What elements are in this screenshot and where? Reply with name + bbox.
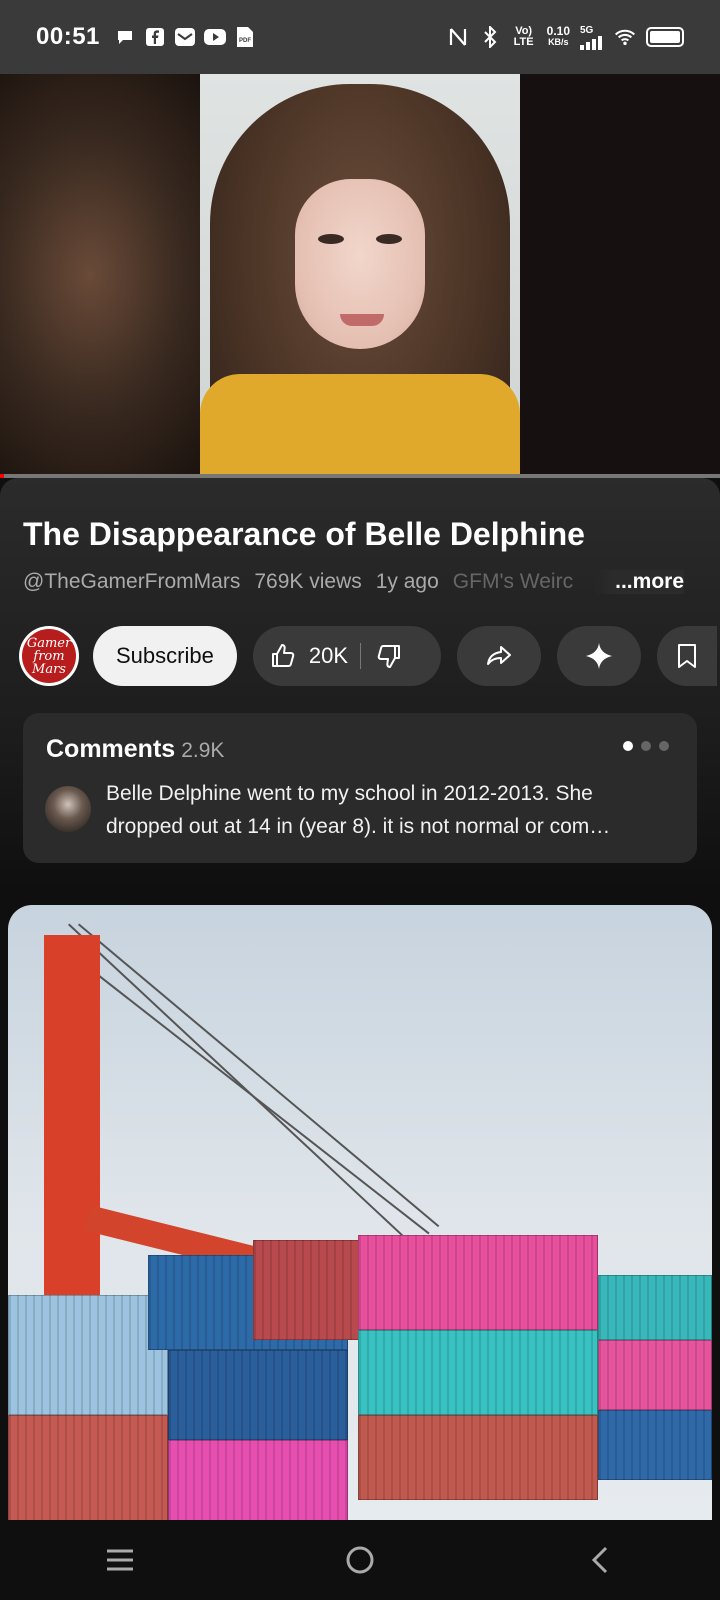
bluetooth-icon	[479, 26, 501, 48]
pdf-icon: PDF	[234, 26, 256, 48]
ask-ai-button[interactable]	[556, 626, 641, 686]
wifi-icon	[614, 26, 636, 48]
nfc-icon	[447, 26, 469, 48]
page-dot	[659, 741, 669, 751]
commenter-avatar	[45, 786, 91, 832]
chat-icon	[114, 26, 136, 48]
like-divider	[360, 643, 361, 669]
channel-avatar-logo: Gamer from Mars	[22, 629, 76, 683]
status-bar: 00:51 PDF Vo) LTE 0.10 KB/s 5G	[0, 0, 720, 74]
comments-count: 2.9K	[181, 739, 225, 762]
video-progress-fill	[0, 474, 4, 478]
more-button[interactable]: ...more	[595, 570, 684, 594]
video-meta[interactable]: @TheGamerFromMars 769K views 1y ago GFM'…	[23, 570, 683, 594]
volte-indicator: Vo) LTE	[513, 25, 534, 48]
back-button[interactable]	[580, 1540, 620, 1580]
page-dot	[641, 741, 651, 751]
status-time: 00:51	[36, 23, 100, 50]
like-count[interactable]: 20K	[309, 643, 348, 669]
view-count: 769K views	[254, 570, 362, 593]
recent-apps-button[interactable]	[100, 1540, 140, 1580]
system-status: Vo) LTE 0.10 KB/s 5G	[447, 25, 684, 50]
share-button[interactable]	[456, 626, 541, 686]
signal-5g-icon: 5G	[580, 25, 604, 50]
notification-icons: PDF	[114, 26, 256, 48]
comments-heading: Comments 2.9K	[46, 735, 225, 763]
mail-icon	[174, 26, 196, 48]
svg-text:PDF: PDF	[239, 38, 251, 44]
comments-card[interactable]: Comments 2.9K Belle Delphine went to my s…	[23, 713, 697, 863]
dislike-icon[interactable]	[375, 642, 403, 670]
battery-icon	[646, 27, 684, 47]
net-speed: 0.10 KB/s	[546, 24, 570, 47]
menu-icon	[107, 1549, 133, 1571]
back-chevron-icon	[591, 1546, 608, 1574]
bookmark-icon	[673, 642, 701, 670]
like-icon[interactable]	[269, 642, 297, 670]
next-video-thumbnail[interactable]	[8, 905, 712, 1520]
page-dot	[623, 741, 633, 751]
save-button[interactable]	[656, 626, 717, 686]
action-bar: Gamer from Mars Subscribe 20K	[19, 626, 717, 686]
home-circle-icon	[346, 1546, 374, 1574]
crane	[44, 935, 100, 1315]
playlist-name: GFM's Weirc	[452, 570, 574, 593]
video-info-panel: The Disappearance of Belle Delphine @The…	[0, 478, 720, 888]
facebook-icon	[144, 26, 166, 48]
upload-age: 1y ago	[375, 570, 439, 593]
share-icon	[484, 641, 514, 671]
comments-page-dots	[623, 741, 669, 751]
subscribe-button[interactable]: Subscribe	[93, 626, 237, 686]
video-background-blur-right	[520, 74, 720, 478]
video-title[interactable]: The Disappearance of Belle Delphine	[23, 516, 585, 553]
video-player[interactable]	[0, 74, 720, 478]
sparkle-icon	[584, 641, 614, 671]
home-button[interactable]	[340, 1540, 380, 1580]
top-comment-text: Belle Delphine went to my school in 2012…	[106, 782, 611, 838]
system-navigation-bar	[0, 1520, 720, 1600]
channel-handle[interactable]: @TheGamerFromMars	[23, 570, 240, 594]
youtube-icon	[203, 26, 226, 48]
channel-avatar[interactable]: Gamer from Mars	[19, 626, 79, 686]
video-frame	[200, 74, 520, 478]
like-dislike-pill: 20K	[252, 626, 441, 686]
